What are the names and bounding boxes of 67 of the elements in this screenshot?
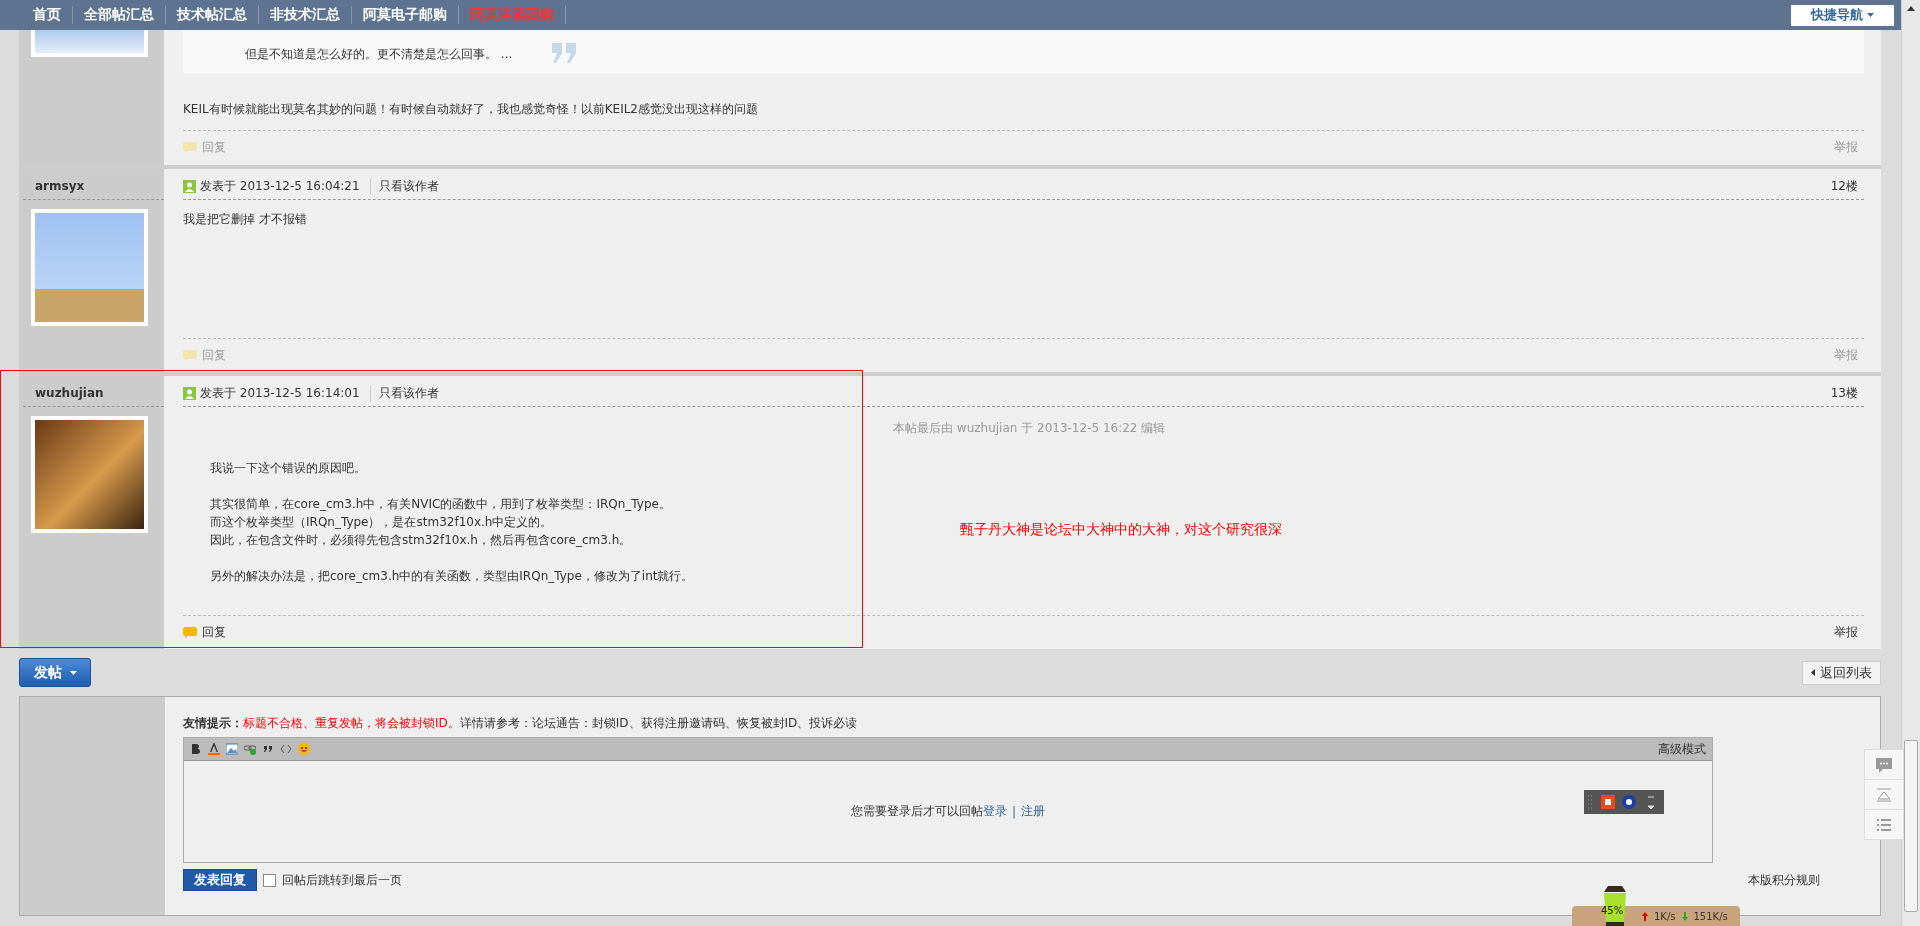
login-link[interactable]: 登录 bbox=[982, 803, 1007, 820]
upload-speed: 1K/s bbox=[1654, 910, 1676, 922]
comment-icon bbox=[1875, 756, 1893, 773]
floor-number: 13楼 bbox=[1830, 384, 1859, 402]
caret-icon bbox=[69, 670, 77, 675]
quote-mark-icon bbox=[552, 43, 579, 63]
speech-bubble-icon bbox=[183, 350, 197, 361]
image-icon[interactable] bbox=[226, 743, 238, 755]
user-icon bbox=[183, 386, 196, 400]
quick-nav-button[interactable]: 快捷导航 bbox=[1791, 4, 1894, 26]
rules-link[interactable]: 本版积分规则 bbox=[1748, 871, 1820, 889]
post-date: 发表于 2013-12-5 16:14:01 bbox=[200, 384, 360, 402]
annotation-text: 甄子丹大神是论坛中大神中的大神，对这个研究很深 bbox=[960, 521, 1282, 539]
scrollbar[interactable] bbox=[1901, 0, 1920, 926]
side-button[interactable] bbox=[1864, 749, 1904, 780]
floor-number: 12楼 bbox=[1830, 177, 1859, 195]
scrollbar-thumb[interactable] bbox=[1904, 740, 1918, 912]
separator: | bbox=[1010, 804, 1017, 819]
author-only-link[interactable]: 只看该作者 bbox=[369, 384, 439, 402]
checkbox[interactable] bbox=[263, 873, 276, 887]
tips-label: 友情提示： bbox=[183, 716, 243, 730]
caret-icon bbox=[1867, 13, 1874, 17]
quote-icon[interactable] bbox=[262, 743, 274, 755]
bold-icon[interactable] bbox=[190, 743, 202, 755]
login-prompt: 您需要登录后才可以回帖 bbox=[850, 803, 983, 820]
post-text: 而这个枚举类型（IRQn_Type），是在stm32f10x.h中定义的。 bbox=[210, 514, 553, 531]
post-text: 另外的解决办法是，把core_cm3.h中的有关函数，类型由IRQn_Type，修改为了int就行。 bbox=[210, 568, 694, 585]
new-post-button[interactable]: 发帖 bbox=[19, 658, 91, 687]
report-link[interactable]: 举报 bbox=[1834, 624, 1858, 641]
nav-link[interactable]: 非技术汇总 bbox=[259, 6, 352, 24]
font-color-icon[interactable] bbox=[208, 743, 220, 755]
post-text: KEIL有时候就能出现莫名其妙的问题！有时候自动就好了，我也感觉奇怪！以前KEIL2感觉没出现这样的问题 bbox=[183, 101, 758, 118]
nav-link[interactable]: 阿莫电子邮购 bbox=[352, 6, 459, 24]
caret-icon bbox=[1811, 669, 1815, 676]
post-text: 我是把它删掉 才不报错 bbox=[183, 211, 307, 228]
battery-percent: 45% bbox=[1601, 905, 1624, 916]
post-text: 我说一下这个错误的原因吧。 bbox=[210, 460, 366, 477]
down-arrow-icon bbox=[1681, 911, 1688, 921]
warning-text: 标题不合格、重复发帖，将会被封锁ID。 bbox=[243, 716, 460, 730]
download-speed: 151K/s bbox=[1693, 910, 1728, 922]
submit-reply-button[interactable]: 发表回复 bbox=[183, 869, 257, 891]
quote-text: 但是不知道是怎么好的。更不清楚是怎么回事。 ... bbox=[245, 46, 513, 63]
link-icon[interactable] bbox=[244, 743, 256, 755]
list-icon bbox=[1875, 816, 1893, 833]
code-icon[interactable] bbox=[280, 743, 292, 755]
edit-note: 本帖最后由 wuzhujian 于 2013-12-5 16:22 编辑 bbox=[893, 420, 1167, 437]
user-icon bbox=[183, 179, 196, 193]
checkbox-label: 回帖后跳转到最后一页 bbox=[282, 871, 402, 889]
up-arrow-icon bbox=[1642, 911, 1648, 921]
advanced-mode-link[interactable]: 高级模式 bbox=[1658, 740, 1706, 758]
post-text: 因此，在包含文件时，必须得先包含stm32f10x.h，然后再包含core_cm3.h。 bbox=[210, 532, 632, 549]
side-button[interactable] bbox=[1864, 809, 1904, 840]
post-date: 发表于 2013-12-5 16:04:21 bbox=[200, 177, 360, 195]
author-only-link[interactable]: 只看该作者 bbox=[369, 177, 439, 195]
speech-bubble-icon bbox=[183, 627, 197, 638]
nav-link[interactable]: 全部帖汇总 bbox=[73, 6, 166, 24]
nav-link[interactable]: 首页 bbox=[22, 6, 73, 24]
back-to-list-button[interactable]: 返回列表 bbox=[1802, 660, 1881, 685]
nav-link[interactable]: 技术帖汇总 bbox=[166, 6, 259, 24]
post-text: 其实很简单，在core_cm3.h中，有关NVIC的函数中，用到了枚举类型：IRQn_Type。 bbox=[210, 496, 671, 513]
speech-bubble-icon bbox=[183, 142, 197, 153]
scroll-up-arrow-icon[interactable] bbox=[1907, 6, 1915, 11]
reply-link[interactable]: 回复 bbox=[183, 624, 226, 641]
smiley-icon[interactable] bbox=[298, 743, 310, 755]
register-link[interactable]: 注册 bbox=[1021, 803, 1045, 820]
back-to-top-icon bbox=[1875, 786, 1893, 803]
tips-text: 详情请参考：论坛通告：封锁ID、获得注册邀请码、恢复被封ID、投诉必读 bbox=[459, 716, 858, 730]
